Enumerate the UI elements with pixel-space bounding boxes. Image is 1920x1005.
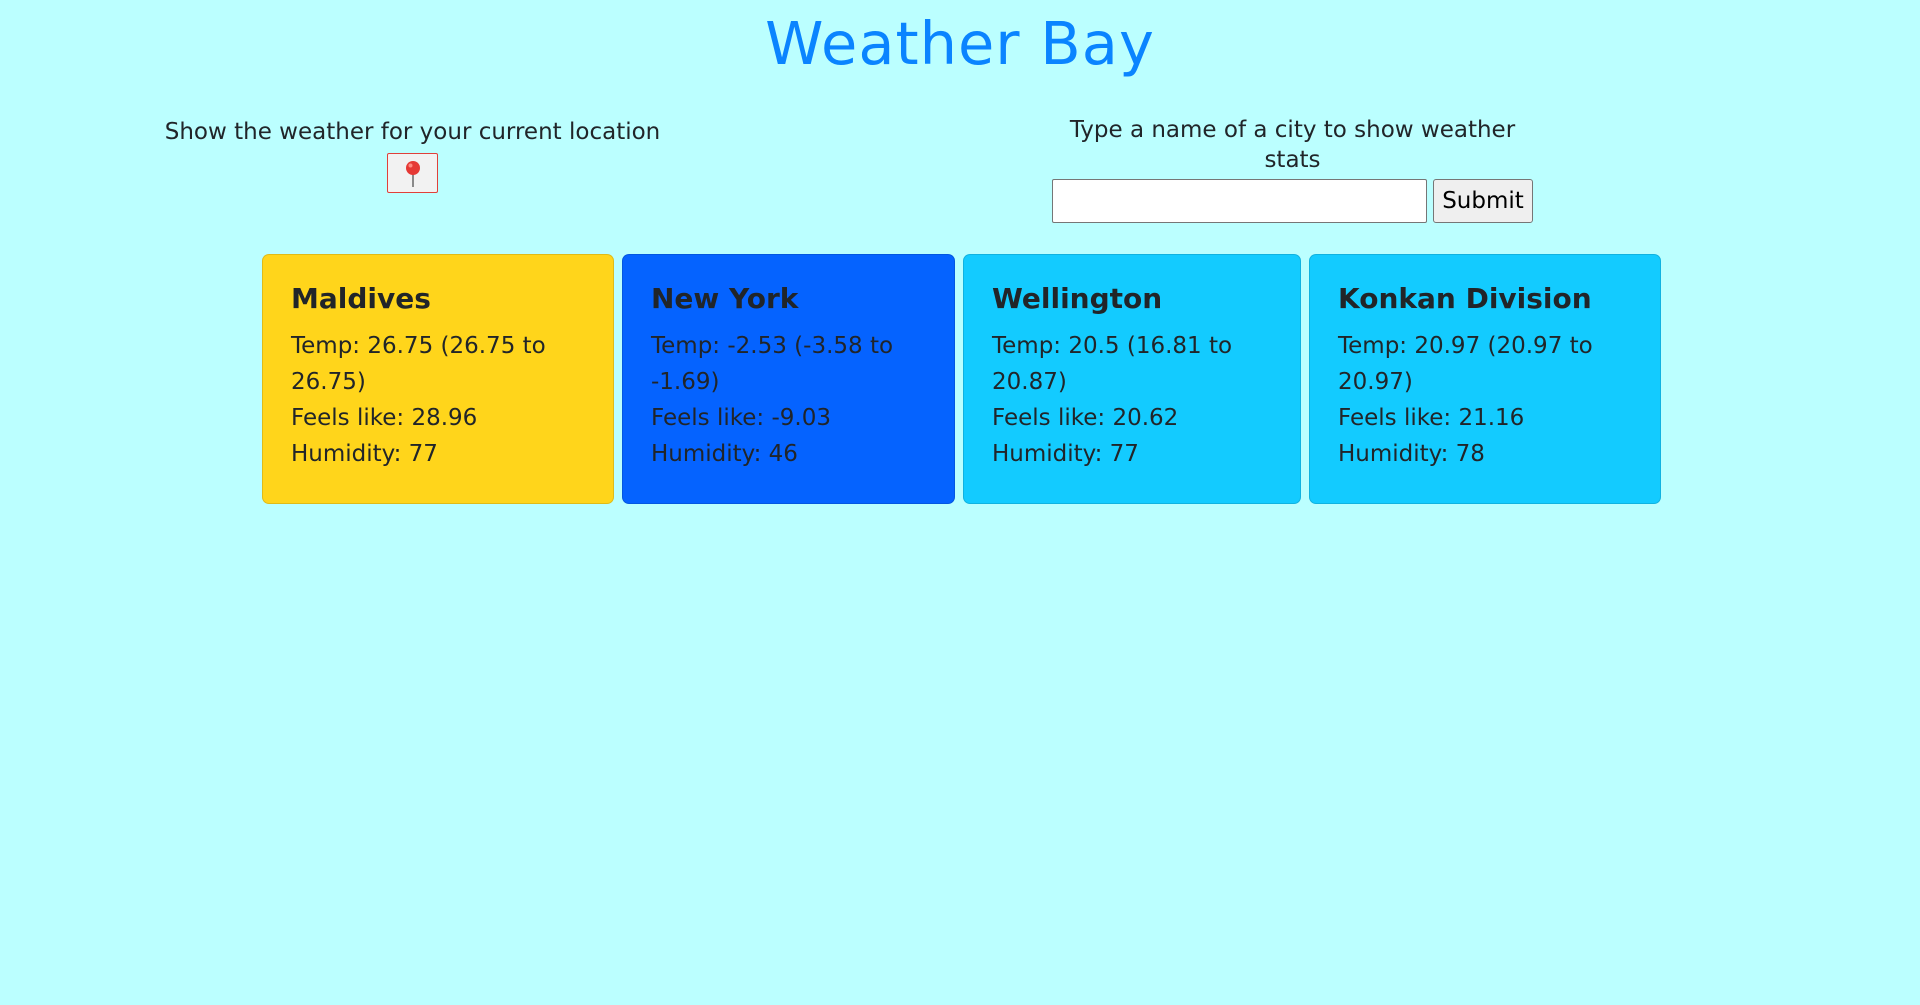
page: Weather Bay Show the weather for your cu… bbox=[0, 0, 1920, 1005]
current-location-label: Show the weather for your current locati… bbox=[164, 119, 661, 145]
card-humidity: Humidity: 77 bbox=[291, 441, 438, 467]
card-feels-like: Feels like: -9.03 bbox=[651, 405, 831, 431]
submit-button[interactable]: Submit bbox=[1433, 179, 1533, 223]
weather-card-konkan-division: Konkan Division Temp: 20.97 (20.97 to 20… bbox=[1309, 254, 1661, 504]
weather-card-wellington: Wellington Temp: 20.5 (16.81 to 20.87) F… bbox=[963, 254, 1301, 504]
card-feels-like: Feels like: 20.62 bbox=[992, 405, 1179, 431]
card-humidity: Humidity: 77 bbox=[992, 441, 1139, 467]
card-humidity: Humidity: 46 bbox=[651, 441, 798, 467]
weather-card-new-york: New York Temp: -2.53 (-3.58 to -1.69) Fe… bbox=[622, 254, 955, 504]
card-temp: Temp: -2.53 (-3.58 to -1.69) bbox=[651, 333, 894, 395]
card-humidity: Humidity: 78 bbox=[1338, 441, 1485, 467]
card-temp: Temp: 20.97 (20.97 to 20.97) bbox=[1338, 333, 1593, 395]
card-city-name: Konkan Division bbox=[1338, 282, 1592, 315]
current-location-section: Show the weather for your current locati… bbox=[140, 117, 685, 197]
page-title: Weather Bay bbox=[765, 9, 1155, 78]
card-feels-like: Feels like: 21.16 bbox=[1338, 405, 1525, 431]
card-city-name: Wellington bbox=[992, 282, 1163, 315]
city-search-form: Submit bbox=[1050, 179, 1535, 223]
city-search-label: Type a name of a city to show weather st… bbox=[1069, 117, 1516, 173]
weather-card-maldives: Maldives Temp: 26.75 (26.75 to 26.75) Fe… bbox=[262, 254, 614, 504]
card-temp: Temp: 20.5 (16.81 to 20.87) bbox=[992, 333, 1233, 395]
city-search-input[interactable] bbox=[1052, 179, 1427, 223]
current-location-button[interactable] bbox=[387, 153, 438, 193]
card-city-name: Maldives bbox=[291, 282, 431, 315]
card-feels-like: Feels like: 28.96 bbox=[291, 405, 478, 431]
card-temp: Temp: 26.75 (26.75 to 26.75) bbox=[291, 333, 546, 395]
weather-cards: Maldives Temp: 26.75 (26.75 to 26.75) Fe… bbox=[262, 254, 1661, 504]
round-pushpin-icon bbox=[405, 161, 420, 187]
city-search-section: Type a name of a city to show weather st… bbox=[1050, 115, 1535, 223]
card-city-name: New York bbox=[651, 282, 799, 315]
